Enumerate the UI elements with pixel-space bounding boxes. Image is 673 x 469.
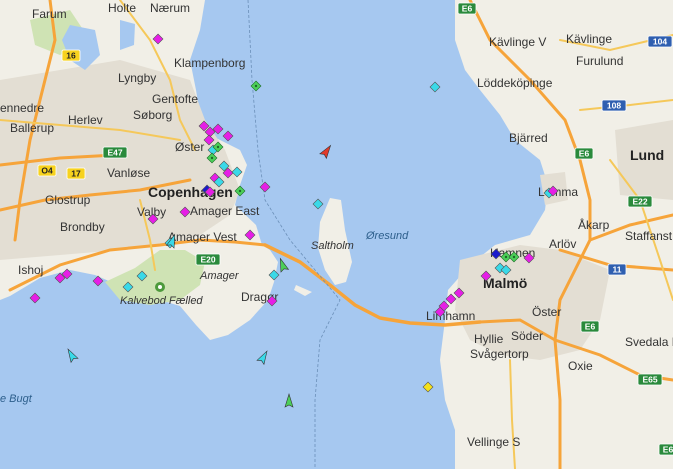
- place-oresund: Øresund: [365, 230, 409, 242]
- map-canvas[interactable]: Farum Holte Nærum Lyngby Klampenborg Gen…: [0, 0, 673, 469]
- vessel-anchored-dot: [504, 255, 508, 259]
- place-klampenborg: Klampenborg: [174, 56, 245, 70]
- road-shield-104: 104: [647, 35, 673, 48]
- place-amager-east: Amager East: [190, 204, 260, 218]
- road-shield-label: E20: [200, 255, 215, 265]
- place-farum: Farum: [32, 7, 67, 21]
- road-shield-e6: E6: [580, 320, 600, 333]
- place-furulund: Furulund: [576, 54, 623, 68]
- road-shield-label: E6: [663, 445, 673, 455]
- road-shield-label: 16: [66, 51, 76, 61]
- road-shield-11: 11: [607, 263, 627, 276]
- road-shield-e6: E6: [574, 147, 594, 160]
- place-amager-vest: Amager Vest: [168, 230, 237, 244]
- road-shield-e6: E6: [457, 2, 477, 15]
- road-shield-label: 104: [653, 37, 667, 47]
- place-soborg: Søborg: [133, 108, 172, 122]
- road-shield-label: E65: [642, 375, 657, 385]
- place-oxie: Oxie: [568, 359, 593, 373]
- vessel-anchored-dot: [254, 84, 258, 88]
- place-hyllie: Hyllie: [474, 332, 504, 346]
- place-staffanst: Staffanst: [625, 229, 673, 243]
- road-shield-o4: O4: [37, 164, 57, 177]
- road-shield-108: 108: [601, 99, 627, 112]
- road-shield-e47: E47: [102, 146, 128, 159]
- place-amager: Amager: [199, 270, 240, 282]
- road-shield-e65: E65: [637, 373, 663, 386]
- place-loddekopinge: Löddeköpinge: [477, 76, 553, 90]
- place-naerum: Nærum: [150, 1, 190, 15]
- place-lund: Lund: [630, 147, 664, 163]
- place-kalvebod: Kalvebod Fælled: [120, 295, 203, 307]
- place-ishoj: Ishoj: [18, 263, 43, 277]
- place-svedala: Svedala N: [625, 335, 673, 349]
- place-copenhagen: Copenhagen: [148, 184, 233, 200]
- road-shield-label: 108: [607, 101, 621, 111]
- vessel-anchored-dot: [210, 156, 214, 160]
- road-shield-16: 16: [61, 49, 81, 62]
- vessel-anchored-dot: [238, 189, 242, 193]
- place-akarp: Åkarp: [578, 217, 610, 232]
- road-shield-e6: E6: [658, 443, 673, 456]
- place-kavlinge-v: Kävlinge V: [489, 35, 546, 49]
- place-ennedre: ennedre: [0, 101, 44, 115]
- place-bugt: e Bugt: [0, 393, 33, 405]
- road-shield-label: E6: [585, 322, 596, 332]
- road-shield-label: E6: [462, 4, 473, 14]
- place-saltholm: Saltholm: [311, 240, 354, 252]
- place-lomma: Lomma: [538, 185, 578, 199]
- map-view[interactable]: Farum Holte Nærum Lyngby Klampenborg Gen…: [0, 0, 673, 469]
- place-herlev: Herlev: [68, 113, 103, 127]
- place-osterbro: Øster: [175, 140, 204, 154]
- vessel-anchored-dot: [512, 255, 516, 259]
- place-ballerup: Ballerup: [10, 121, 54, 135]
- place-glostrup: Glostrup: [45, 193, 91, 207]
- place-lyngby: Lyngby: [118, 71, 156, 85]
- road-shield-e20: E20: [195, 253, 221, 266]
- place-kavlinge: Kävlinge: [566, 32, 612, 46]
- place-arlov: Arlöv: [549, 237, 576, 251]
- vessel-anchored-dot: [216, 145, 220, 149]
- place-vanlose: Vanløse: [107, 166, 150, 180]
- road-shield-label: E47: [107, 148, 122, 158]
- place-oster-se: Öster: [532, 305, 561, 319]
- place-brondby: Brondby: [60, 220, 105, 234]
- road-shield-label: 11: [613, 265, 622, 275]
- place-bjarred: Bjärred: [509, 131, 548, 145]
- road-shield-label: E6: [579, 149, 590, 159]
- place-vellinge: Vellinge S: [467, 435, 520, 449]
- place-soder: Söder: [511, 329, 543, 343]
- road-shield-17: 17: [66, 167, 86, 180]
- road-shield-label: 17: [71, 169, 81, 179]
- place-limhamn: Limhamn: [426, 309, 475, 323]
- road-shield-label: O4: [41, 166, 53, 176]
- place-holte: Holte: [108, 1, 136, 15]
- place-gentofte: Gentofte: [152, 92, 198, 106]
- road-shield-label: E22: [632, 197, 647, 207]
- place-svagertorp: Svågertorp: [470, 347, 529, 361]
- road-shield-e22: E22: [627, 195, 653, 208]
